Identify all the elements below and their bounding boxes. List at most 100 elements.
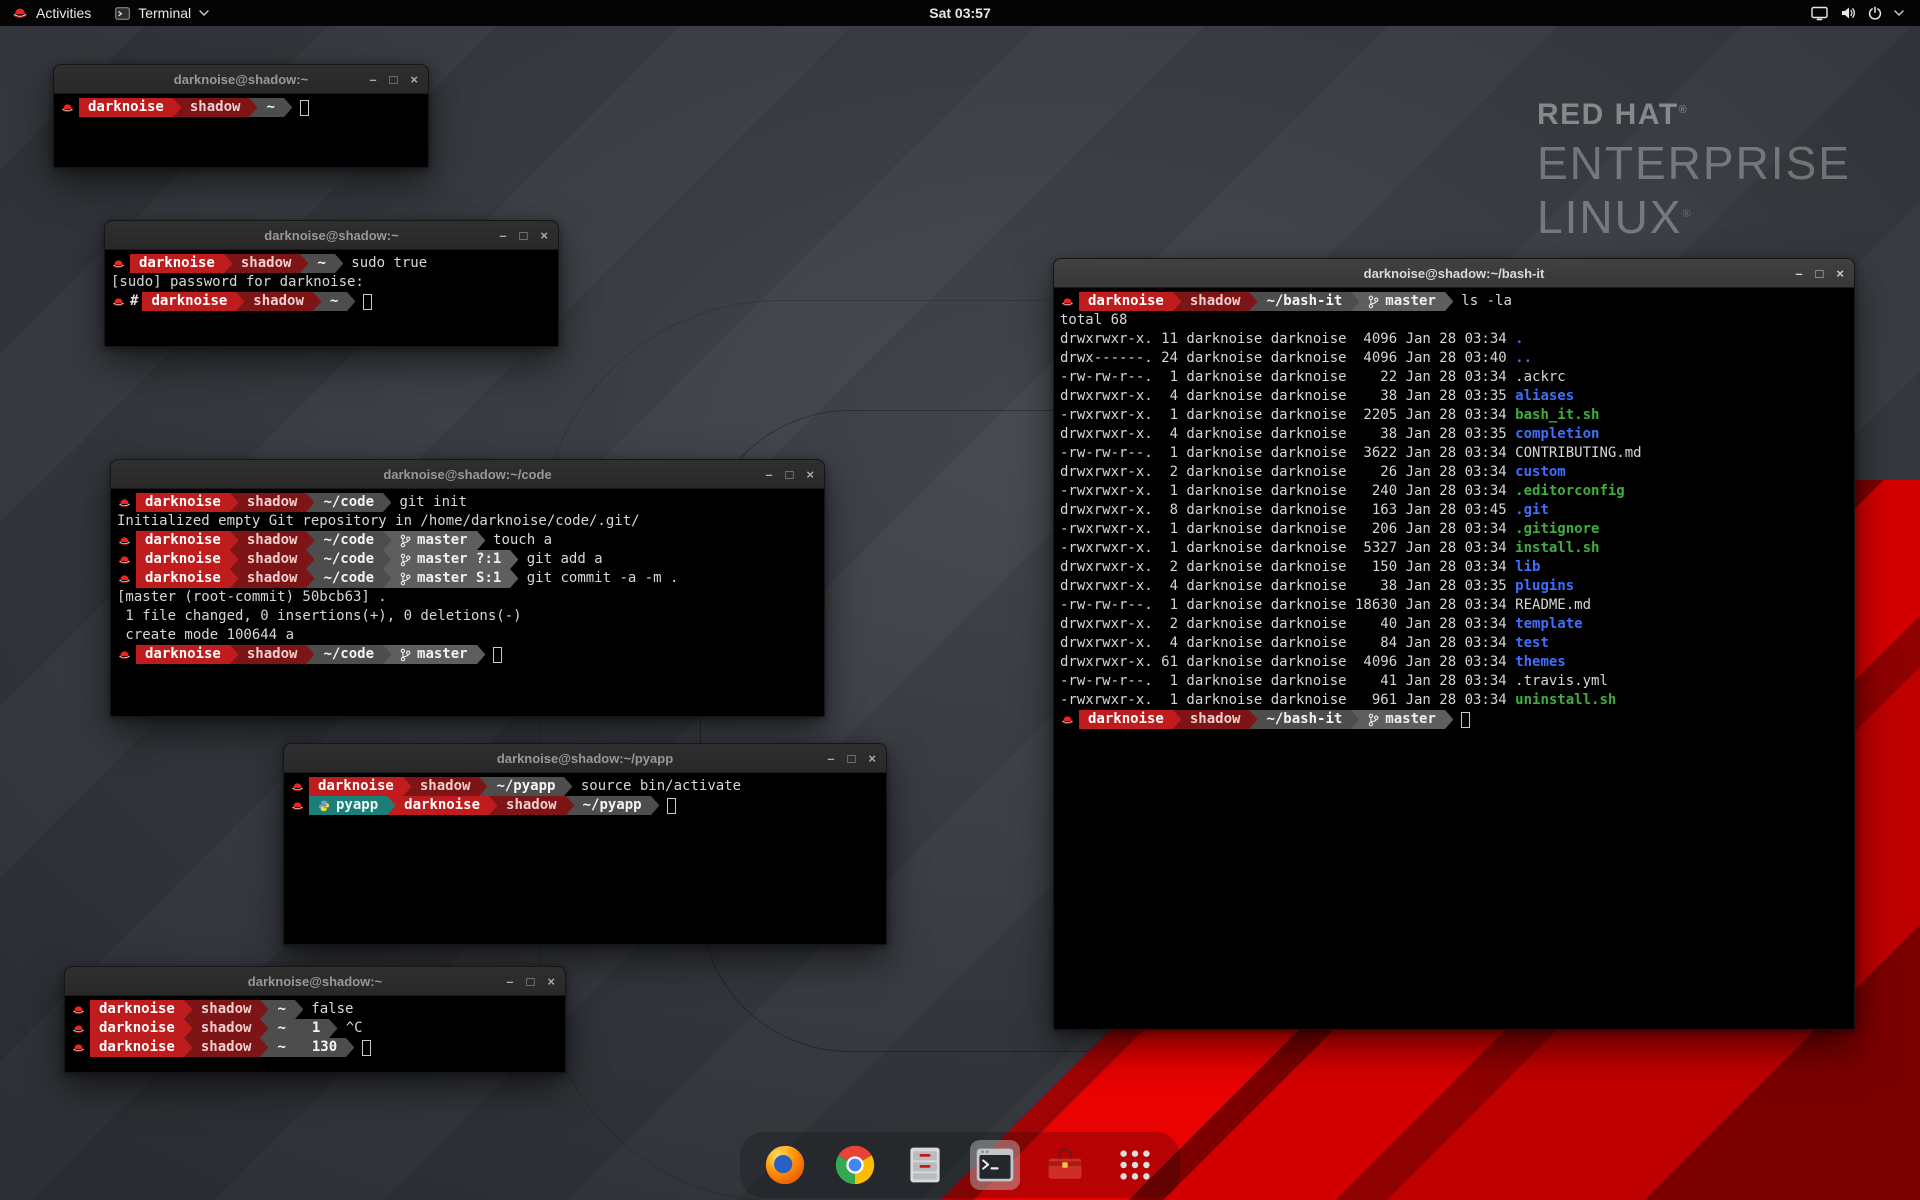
powerline-arrow-icon [383,550,391,569]
powerline-arrow-icon [1445,292,1453,311]
window-titlebar[interactable]: darknoise@shadow:~ –□× [54,65,428,94]
window-titlebar[interactable]: darknoise@shadow:~ –□× [65,967,565,996]
dock-files[interactable] [900,1140,950,1190]
redhat-prompt-icon [1061,715,1074,725]
maximize-button[interactable]: □ [786,468,794,481]
file-name: .gitignore [1515,521,1599,537]
file-attributes: -rw-rw-r--. 1 darknoise darknoise 18630 … [1060,597,1515,613]
prompt-segment-user: darknoise [136,569,230,588]
clock[interactable]: Sat 03:57 [919,0,1000,26]
prompt-segment-git: master S:1 [391,569,510,588]
close-button[interactable]: × [540,229,548,242]
redhat-prompt-icon [112,259,125,269]
file-name: test [1515,635,1549,651]
git-branch-icon [400,572,411,586]
terminal-content[interactable]: darknoiseshadow~ [54,94,428,117]
file-attributes: drwxrwxr-x. 11 darknoise darknoise 4096 … [1060,331,1515,347]
maximize-button[interactable]: □ [390,73,398,86]
terminal-window-2[interactable]: darknoise@shadow:~ – □ × darknoiseshadow~ … [104,220,559,347]
dock-terminal[interactable] [970,1140,1020,1190]
terminal-content[interactable]: darknoiseshadow~/code git initInitialize… [111,489,824,664]
minimize-button[interactable]: – [827,752,834,765]
powerline-arrow-icon [260,1019,268,1038]
minimize-button[interactable]: – [499,229,506,242]
terminal-window-1[interactable]: darknoise@shadow:~ –□× darknoiseshadow~ [53,64,429,168]
window-titlebar[interactable]: darknoise@shadow:~/bash-it –□× [1054,259,1854,288]
terminal-window-3[interactable]: darknoise@shadow:~/code –□× darknoisesha… [110,459,825,717]
dock-app-grid[interactable] [1110,1140,1160,1190]
output-line: total 68 [1060,311,1848,330]
terminal-window-4[interactable]: darknoise@shadow:~/pyapp –□× darknoisesh… [283,743,887,945]
maximize-button[interactable]: □ [848,752,856,765]
powerline-arrow-icon [651,796,659,815]
maximize-button[interactable]: □ [1816,267,1824,280]
window-title: darknoise@shadow:~ [264,228,398,243]
git-branch-icon [1368,295,1379,309]
file-name: bash_it.sh [1515,407,1599,423]
maximize-button[interactable]: □ [520,229,528,242]
maximize-button[interactable]: □ [527,975,535,988]
powerline-arrow-icon [477,645,485,664]
prompt-segment-user: darknoise [90,1038,184,1057]
terminal-content[interactable]: darknoiseshadow~ sudo true[sudo] passwor… [105,250,558,311]
terminal-cursor [493,647,502,663]
terminal-content[interactable]: darknoiseshadow~ falsedarknoiseshadow~1 … [65,996,565,1057]
terminal-cursor [362,1040,371,1056]
prompt-segment-path: ~ [268,1019,294,1038]
file-row: -rwxrwxr-x. 1 darknoise darknoise 206 Ja… [1060,520,1848,539]
file-row: drwxrwxr-x. 4 darknoise darknoise 38 Jan… [1060,425,1848,444]
terminal-window-5[interactable]: darknoise@shadow:~ –□× darknoiseshadow~ … [64,966,566,1073]
file-name: custom [1515,464,1566,480]
window-titlebar[interactable]: darknoise@shadow:~/pyapp –□× [284,744,886,773]
dock-toolbox[interactable] [1040,1140,1090,1190]
file-attributes: -rw-rw-r--. 1 darknoise darknoise 41 Jan… [1060,673,1515,689]
window-titlebar[interactable]: darknoise@shadow:~/code –□× [111,460,824,489]
minimize-button[interactable]: – [369,73,376,86]
close-button[interactable]: × [1836,267,1844,280]
powerline-arrow-icon [306,550,314,569]
file-row: -rwxrwxr-x. 1 darknoise darknoise 240 Ja… [1060,482,1848,501]
status-area[interactable] [1805,0,1920,26]
app-menu-terminal[interactable]: Terminal [103,0,221,26]
file-row: -rw-rw-r--. 1 darknoise darknoise 41 Jan… [1060,672,1848,691]
prompt-line: darknoiseshadow~/bash-itmaster [1060,710,1848,729]
file-attributes: -rwxrwxr-x. 1 darknoise darknoise 240 Ja… [1060,483,1515,499]
close-button[interactable]: × [806,468,814,481]
minimize-button[interactable]: – [1795,267,1802,280]
file-row: drwxrwxr-x. 4 darknoise darknoise 84 Jan… [1060,634,1848,653]
minimize-button[interactable]: – [765,468,772,481]
app-grid-icon [1116,1146,1154,1184]
chrome-icon [834,1144,876,1186]
activities-button[interactable]: Activities [0,0,103,26]
firefox-icon [764,1144,806,1186]
minimize-button[interactable]: – [506,975,513,988]
prompt-segment-user: darknoise [142,292,236,311]
terminal-content[interactable]: darknoiseshadow~/bash-itmaster ls -latot… [1054,288,1854,729]
window-titlebar[interactable]: darknoise@shadow:~ – □ × [105,221,558,250]
display-icon[interactable] [1805,0,1834,26]
powerline-arrow-icon [300,254,308,273]
prompt-line: pyappdarknoiseshadow~/pyapp [290,796,880,815]
file-row: -rw-rw-r--. 1 darknoise darknoise 3622 J… [1060,444,1848,463]
power-icon[interactable] [1862,0,1888,26]
terminal-app-icon [115,7,130,20]
chevron-down-icon[interactable] [1888,0,1910,26]
volume-icon[interactable] [1834,0,1862,26]
prompt-line: darknoiseshadow~/codemaster [117,645,818,664]
terminal-window-6[interactable]: darknoise@shadow:~/bash-it –□× darknoise… [1053,258,1855,1030]
close-button[interactable]: × [868,752,876,765]
powerline-arrow-icon [1351,710,1359,729]
close-button[interactable]: × [547,975,555,988]
terminal-content[interactable]: darknoiseshadow~/pyapp source bin/activa… [284,773,886,815]
prompt-line: darknoiseshadow~ sudo true [111,254,552,273]
close-button[interactable]: × [410,73,418,86]
brand-red-hat: RED HAT® [1537,98,1851,132]
powerline-arrow-icon [173,98,181,117]
window-controls: – □ × [499,221,548,249]
powerline-arrow-icon [510,569,518,588]
file-attributes: drwxrwxr-x. 2 darknoise darknoise 26 Jan… [1060,464,1515,480]
prompt-line: darknoiseshadow~/codemaster ?:1 git add … [117,550,818,569]
dock-firefox[interactable] [760,1140,810,1190]
powerline-arrow-icon [230,550,238,569]
dock-chrome[interactable] [830,1140,880,1190]
